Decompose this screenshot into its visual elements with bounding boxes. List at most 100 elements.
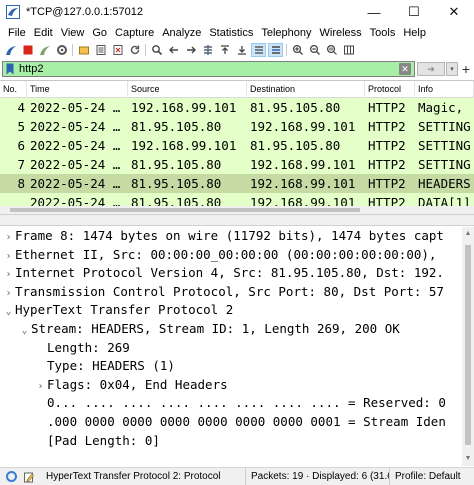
packet-row[interactable]: 4 2022-05-24 … 192.168.99.101 81.95.105.80 H… <box>0 98 474 117</box>
expert-info-status-icon[interactable] <box>6 471 17 482</box>
shark-fin-start-icon[interactable] <box>3 43 18 57</box>
packet-protocol-cell: HTTP2 <box>368 119 406 134</box>
autoscroll-icon[interactable] <box>251 43 266 57</box>
packet-time-cell: 2022-05-24 … <box>30 100 121 115</box>
window-title: *TCP@127.0.0.1:57012 <box>26 6 143 18</box>
filter-history-dropdown[interactable]: ▾ <box>446 62 458 76</box>
column-header-time[interactable]: Time <box>27 81 128 98</box>
status-profile[interactable]: Profile: Default <box>390 468 466 485</box>
menu-telephony[interactable]: Telephony <box>257 27 315 39</box>
column-header-source[interactable]: Source <box>128 81 247 98</box>
expanded-arrow-icon[interactable]: ⌄ <box>18 322 31 339</box>
detail-tree-row[interactable]: › Transmission Control Protocol, Src Port… <box>0 283 462 302</box>
detail-tree-row[interactable]: 0... .... .... .... .... .... .... .... … <box>0 394 462 413</box>
detail-tree-text: 0... .... .... .... .... .... .... .... … <box>47 395 446 411</box>
detail-tree-row[interactable]: › Frame 8: 1474 bytes on wire (11792 bits… <box>0 227 462 246</box>
packet-time-cell: 2022-05-24 … <box>30 176 121 191</box>
first-packet-icon[interactable] <box>217 43 232 57</box>
scroll-up-icon[interactable]: ▲ <box>464 230 472 238</box>
detail-tree-row[interactable]: › Internet Protocol Version 4, Src: 81.95… <box>0 264 462 283</box>
packet-row[interactable]: 8 2022-05-24 … 81.95.105.80 192.168.99.101 H… <box>0 174 474 193</box>
maximize-button[interactable]: ☐ <box>394 0 434 24</box>
packet-row[interactable]: 7 2022-05-24 … 81.95.105.80 192.168.99.101 H… <box>0 155 474 174</box>
collapsed-arrow-icon[interactable]: › <box>34 378 47 395</box>
restart-icon[interactable] <box>37 43 52 57</box>
reload-icon[interactable] <box>127 43 142 57</box>
packet-details-vertical-scrollbar[interactable]: ▲ ▼ <box>462 227 474 466</box>
normal-size-icon[interactable] <box>324 43 339 57</box>
packet-destination-cell: 192.168.99.101 <box>250 176 356 191</box>
packet-source-cell: 81.95.105.80 <box>131 119 222 134</box>
toolbar-separator <box>286 44 287 56</box>
display-filter-field[interactable]: ✕ <box>2 61 415 77</box>
edit-capture-comment-icon[interactable] <box>23 471 35 483</box>
packet-details[interactable]: › Frame 8: 1474 bytes on wire (11792 bits… <box>0 227 474 466</box>
detail-tree-row[interactable]: ⌄ HyperText Transfer Protocol 2 <box>0 301 462 320</box>
forward-icon[interactable] <box>183 43 198 57</box>
add-filter-button[interactable]: + <box>460 61 472 77</box>
detail-tree-row[interactable]: › Ethernet II, Src: 00:00:00_00:00:00 (00… <box>0 246 462 265</box>
detail-tree-row[interactable]: Length: 269 <box>0 339 462 358</box>
detail-tree-row[interactable]: ⌄ Stream: HEADERS, Stream ID: 1, Length 2… <box>0 320 462 339</box>
column-header-destination[interactable]: Destination <box>247 81 365 98</box>
menu-file[interactable]: File <box>4 27 30 39</box>
packet-row[interactable]: 5 2022-05-24 … 81.95.105.80 192.168.99.101 H… <box>0 117 474 136</box>
zoom-in-icon[interactable] <box>290 43 305 57</box>
detail-tree-row[interactable]: › Flags: 0x04, End Headers <box>0 376 462 395</box>
detail-tree-row[interactable]: [Pad Length: 0] <box>0 432 462 451</box>
packet-row[interactable]: 6 2022-05-24 … 192.168.99.101 81.95.105.80 H… <box>0 136 474 155</box>
clear-filter-button[interactable]: ✕ <box>399 63 411 75</box>
menu-wireless[interactable]: Wireless <box>316 27 366 39</box>
expanded-arrow-icon[interactable]: ⌄ <box>2 303 15 320</box>
packet-list[interactable]: No. Time Source Destination Protocol Inf… <box>0 80 474 214</box>
detail-tree-row[interactable]: Type: HEADERS (1) <box>0 357 462 376</box>
back-icon[interactable] <box>166 43 181 57</box>
packet-protocol-cell: HTTP2 <box>368 138 406 153</box>
stop-icon[interactable] <box>20 43 35 57</box>
colorize-icon[interactable] <box>268 43 283 57</box>
main-toolbar <box>0 42 474 58</box>
menu-statistics[interactable]: Statistics <box>205 27 257 39</box>
packet-protocol-cell: HTTP2 <box>368 176 406 191</box>
minimize-button[interactable]: — <box>354 0 394 24</box>
column-header-no[interactable]: No. <box>0 81 27 98</box>
display-filter-input[interactable] <box>19 62 399 76</box>
open-file-icon[interactable] <box>76 43 91 57</box>
packet-protocol-cell: HTTP2 <box>368 100 406 115</box>
menu-edit[interactable]: Edit <box>30 27 57 39</box>
scroll-down-icon[interactable]: ▼ <box>464 455 472 463</box>
menu-capture[interactable]: Capture <box>111 27 158 39</box>
packet-list-horizontal-scrollbar[interactable] <box>0 206 474 214</box>
collapsed-arrow-icon[interactable]: › <box>2 229 15 246</box>
packet-no-cell: 8 <box>17 176 25 191</box>
menu-view[interactable]: View <box>57 27 89 39</box>
packet-list-scroll-thumb[interactable] <box>10 208 360 212</box>
close-button[interactable]: ✕ <box>434 0 474 24</box>
menu-analyze[interactable]: Analyze <box>158 27 205 39</box>
last-packet-icon[interactable] <box>234 43 249 57</box>
collapsed-arrow-icon[interactable]: › <box>2 285 15 302</box>
bookmark-icon[interactable] <box>5 63 15 75</box>
menu-tools[interactable]: Tools <box>366 27 400 39</box>
close-file-icon[interactable] <box>110 43 125 57</box>
find-icon[interactable] <box>149 43 164 57</box>
save-file-icon[interactable] <box>93 43 108 57</box>
menu-go[interactable]: Go <box>88 27 111 39</box>
column-header-info[interactable]: Info <box>415 81 474 98</box>
packet-details-scroll-thumb[interactable] <box>465 245 471 445</box>
packet-destination-cell: 81.95.105.80 <box>250 100 341 115</box>
go-to-packet-icon[interactable] <box>200 43 215 57</box>
options-gear-icon[interactable] <box>54 43 69 57</box>
resize-columns-icon[interactable] <box>341 43 356 57</box>
collapsed-arrow-icon[interactable]: › <box>2 266 15 283</box>
zoom-out-icon[interactable] <box>307 43 322 57</box>
menu-help[interactable]: Help <box>399 27 430 39</box>
collapsed-arrow-icon[interactable]: › <box>2 248 15 265</box>
apply-filter-button[interactable]: ➔ <box>417 62 445 76</box>
pane-splitter[interactable] <box>0 214 474 226</box>
packet-no-cell: 5 <box>17 119 25 134</box>
packet-source-cell: 192.168.99.101 <box>131 100 237 115</box>
column-header-protocol[interactable]: Protocol <box>365 81 415 98</box>
packet-destination-cell: 81.95.105.80 <box>250 138 341 153</box>
detail-tree-row[interactable]: .000 0000 0000 0000 0000 0000 0000 0001 … <box>0 413 462 432</box>
